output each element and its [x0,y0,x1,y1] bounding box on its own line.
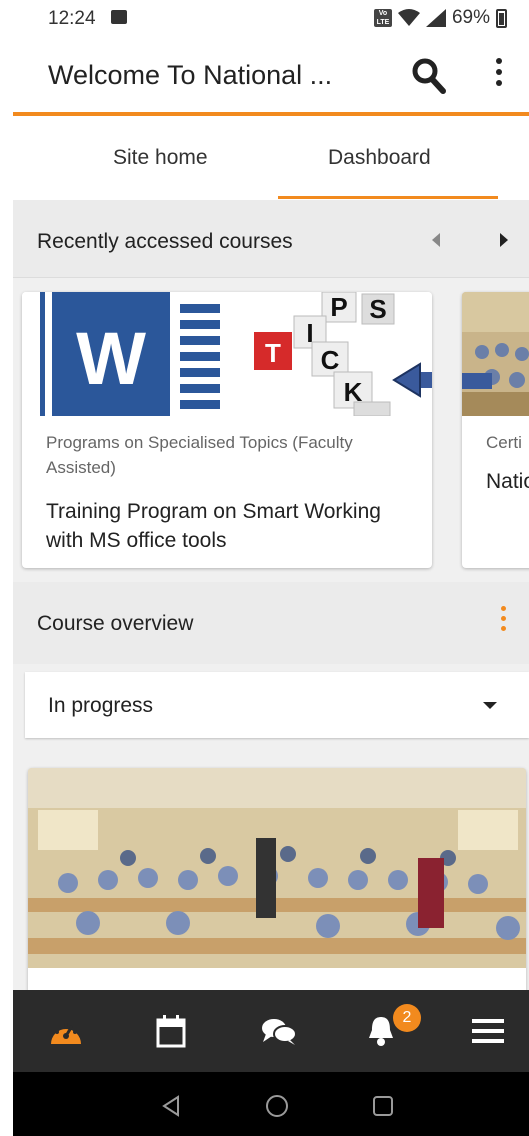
messages-icon[interactable] [259,1012,299,1050]
back-icon[interactable] [159,1094,183,1118]
wifi-icon [397,9,420,26]
tile-letter: C [321,345,340,375]
dashboard-icon[interactable] [46,1012,86,1050]
search-icon[interactable] [411,57,447,95]
tab-site-home[interactable]: Site home [113,146,208,170]
recent-courses-header: Recently accessed courses [13,200,529,278]
system-navigation-bar [13,1072,529,1136]
battery-icon [496,8,507,28]
tile-letter: T [265,338,281,368]
tile-letter: S [369,294,386,324]
classroom-image [462,292,529,416]
bottom-navigation: 2 [13,990,529,1072]
status-right: Vo LTE 69% [373,7,507,29]
arrow-annotation-tail [462,373,492,389]
battery-percent: 69% [451,7,490,28]
status-time: 12:24 [48,8,96,29]
course-name[interactable]: Natio "Part Man [486,467,529,496]
tile-letter: P [330,292,347,322]
recent-courses-title: Recently accessed courses [37,230,293,253]
course-overview-title: Course overview [37,612,194,635]
course-card[interactable]: W P S I T C K Programs on Specialised To… [22,292,432,568]
chevron-down-icon [483,702,497,709]
dashboard-content: Recently accessed courses W P S I T C K … [13,200,529,990]
svg-text:W: W [76,317,146,400]
active-tab-indicator [278,196,498,199]
course-filter-select[interactable]: In progress [25,672,529,738]
signal-icon [425,9,446,27]
course-category: Programs on Specialised Topics (Faculty … [46,433,353,477]
tab-bar: Site home Dashboard [13,116,529,200]
course-overview-header: Course overview [13,582,529,664]
ms-word-tips-image: W P S I T C K [22,292,432,416]
gallery-notification-icon [111,10,127,24]
status-bar: 12:24 Vo LTE 69% [0,0,529,40]
more-options-icon[interactable] [489,58,509,94]
page-title: Welcome To National ... [48,60,333,90]
recents-icon[interactable] [371,1094,395,1118]
previous-arrow-icon[interactable] [429,230,443,250]
tab-dashboard[interactable]: Dashboard [328,146,431,170]
course-category: Certi [486,433,522,452]
filter-selected-value: In progress [48,694,154,717]
overview-options-icon[interactable] [495,606,511,638]
menu-icon[interactable] [468,1012,508,1050]
course-name[interactable]: Training Program on Smart Working with M… [46,497,418,555]
app-bar: Welcome To National ... [13,40,529,116]
calendar-icon[interactable] [151,1012,191,1050]
notification-badge: 2 [393,1004,421,1032]
course-card[interactable]: Certi Natio "Part Man [462,292,529,568]
classroom-image [28,768,526,968]
home-icon[interactable] [265,1094,289,1118]
course-card[interactable] [28,768,526,990]
volte-icon: Vo LTE [373,9,392,27]
next-arrow-icon[interactable] [497,230,511,250]
